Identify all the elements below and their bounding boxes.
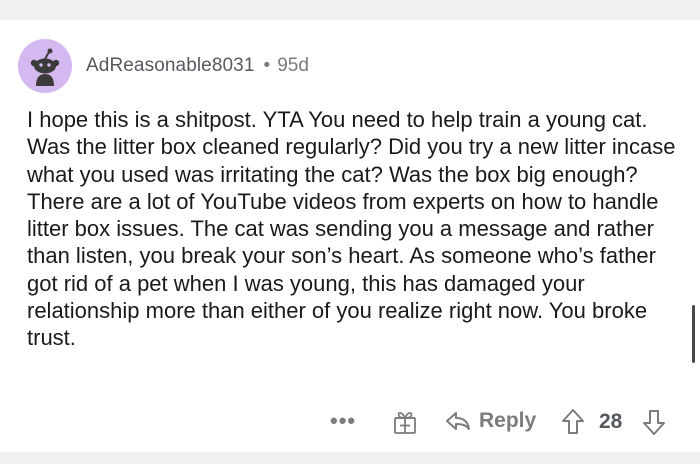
comment-body: I hope this is a shitpost. YTA You need … (27, 107, 676, 351)
comment-action-bar: ••• Reply 28 (0, 402, 700, 442)
comment-author[interactable]: AdReasonable8031 (86, 55, 255, 77)
reply-label: Reply (479, 409, 537, 432)
downvote-arrow-icon[interactable] (641, 408, 667, 436)
vote-score: 28 (599, 410, 623, 433)
gift-award-icon[interactable] (392, 408, 418, 436)
top-divider-band (0, 0, 700, 20)
snoo-avatar-icon[interactable] (18, 39, 72, 93)
reply-button[interactable]: Reply (445, 409, 536, 433)
more-options-icon[interactable]: ••• (330, 408, 356, 434)
comment-header: AdReasonable8031 • 95d (18, 39, 309, 93)
meta-separator: • (263, 55, 271, 76)
upvote-arrow-icon[interactable] (560, 408, 586, 436)
comment-age: 95d (277, 55, 309, 76)
comment-card: AdReasonable8031 • 95d I hope this is a … (0, 20, 700, 452)
bottom-divider-band (0, 452, 700, 464)
reply-arrow-icon (446, 412, 470, 430)
scrollbar-thumb[interactable] (691, 305, 695, 363)
